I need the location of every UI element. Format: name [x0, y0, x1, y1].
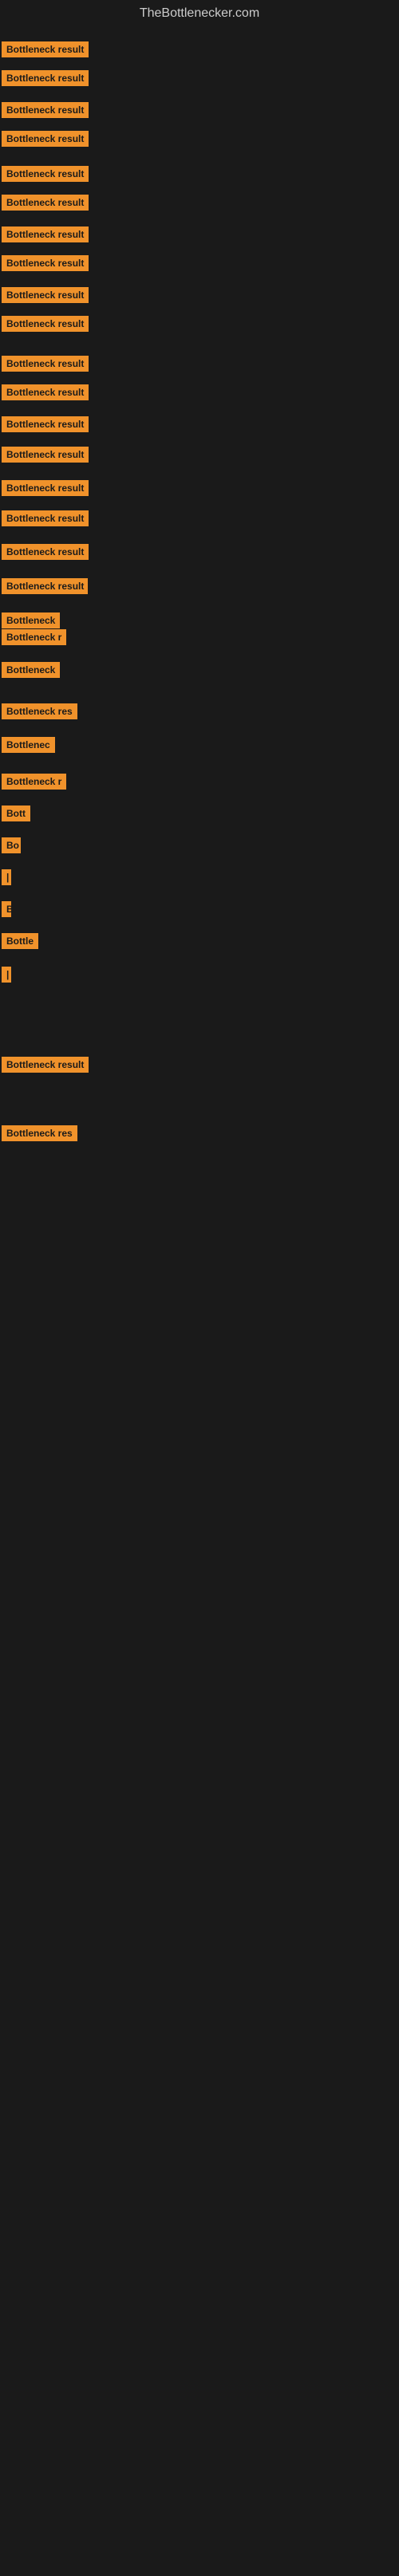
bottleneck-item: Bottleneck result — [2, 41, 89, 61]
bottleneck-item: Bottleneck result — [2, 255, 89, 275]
bottleneck-label: | — [2, 967, 11, 983]
bottleneck-item: Bottleneck result — [2, 287, 89, 307]
bottleneck-item: Bottleneck — [2, 662, 60, 682]
bottleneck-label: Bottleneck result — [2, 510, 89, 526]
bottleneck-label: B — [2, 901, 11, 917]
bottleneck-item: Bottleneck result — [2, 166, 89, 186]
bottleneck-item: Bottleneck result — [2, 384, 89, 404]
bottleneck-item: | — [2, 967, 11, 987]
bottleneck-label: Bottleneck — [2, 662, 60, 678]
bottleneck-item: Bottleneck result — [2, 70, 89, 90]
bottleneck-item: Bottleneck result — [2, 226, 89, 246]
bottleneck-item: Bottlenec — [2, 737, 55, 757]
bottleneck-label: Bottleneck result — [2, 255, 89, 271]
bottleneck-label: Bottle — [2, 933, 38, 949]
bottleneck-item: Bottle — [2, 933, 38, 953]
bottleneck-label: Bottleneck result — [2, 131, 89, 147]
bottleneck-label: Bottleneck result — [2, 480, 89, 496]
bottleneck-label: Bottleneck res — [2, 1125, 77, 1141]
bottleneck-label: Bottleneck result — [2, 384, 89, 400]
bottleneck-item: | — [2, 869, 11, 889]
bottleneck-label: Bottleneck r — [2, 774, 66, 790]
bottleneck-label: Bo — [2, 837, 21, 853]
bottleneck-label: Bottleneck result — [2, 226, 89, 242]
bottleneck-list: Bottleneck result Bottleneck result Bottle… — [0, 24, 399, 2576]
bottleneck-item: Bottleneck result — [2, 1057, 89, 1077]
bottleneck-label: Bottleneck result — [2, 316, 89, 332]
bottleneck-label: Bottlenec — [2, 737, 55, 753]
bottleneck-label: Bottleneck result — [2, 102, 89, 118]
bottleneck-item: Bottleneck result — [2, 447, 89, 467]
bottleneck-label: Bottleneck result — [2, 416, 89, 432]
bottleneck-item: B — [2, 901, 11, 921]
bottleneck-label: Bottleneck result — [2, 287, 89, 303]
bottleneck-item: Bottleneck result — [2, 480, 89, 500]
bottleneck-label: Bott — [2, 805, 30, 821]
bottleneck-item: Bottleneck result — [2, 102, 89, 122]
bottleneck-label: Bottleneck result — [2, 70, 89, 86]
site-title: TheBottlenecker.com — [0, 0, 399, 24]
bottleneck-label: Bottleneck res — [2, 703, 77, 719]
bottleneck-label: Bottleneck r — [2, 629, 66, 645]
bottleneck-label: Bottleneck result — [2, 544, 89, 560]
bottleneck-item: Bottleneck res — [2, 1125, 77, 1145]
bottleneck-item: Bottleneck result — [2, 544, 89, 564]
bottleneck-item: Bottleneck result — [2, 316, 89, 336]
bottleneck-label: Bottleneck — [2, 612, 60, 628]
bottleneck-label: Bottleneck result — [2, 356, 89, 372]
bottleneck-item: Bottleneck r — [2, 629, 66, 649]
bottleneck-item: Bo — [2, 837, 21, 857]
bottleneck-item: Bottleneck result — [2, 131, 89, 151]
bottleneck-item: Bottleneck result — [2, 510, 89, 530]
bottleneck-label: Bottleneck result — [2, 41, 89, 57]
bottleneck-label: Bottleneck result — [2, 447, 89, 463]
bottleneck-label: | — [2, 869, 11, 885]
bottleneck-item: Bottleneck result — [2, 195, 89, 215]
bottleneck-item: Bottleneck result — [2, 578, 88, 598]
site-header: TheBottlenecker.com — [0, 0, 399, 24]
bottleneck-label: Bottleneck result — [2, 578, 88, 594]
bottleneck-label: Bottleneck result — [2, 1057, 89, 1073]
bottleneck-label: Bottleneck result — [2, 166, 89, 182]
bottleneck-item: Bott — [2, 805, 30, 825]
bottleneck-item: Bottleneck r — [2, 774, 66, 794]
bottleneck-item: Bottleneck res — [2, 703, 77, 723]
bottleneck-item: Bottleneck result — [2, 356, 89, 376]
bottleneck-label: Bottleneck result — [2, 195, 89, 211]
bottleneck-item: Bottleneck result — [2, 416, 89, 436]
